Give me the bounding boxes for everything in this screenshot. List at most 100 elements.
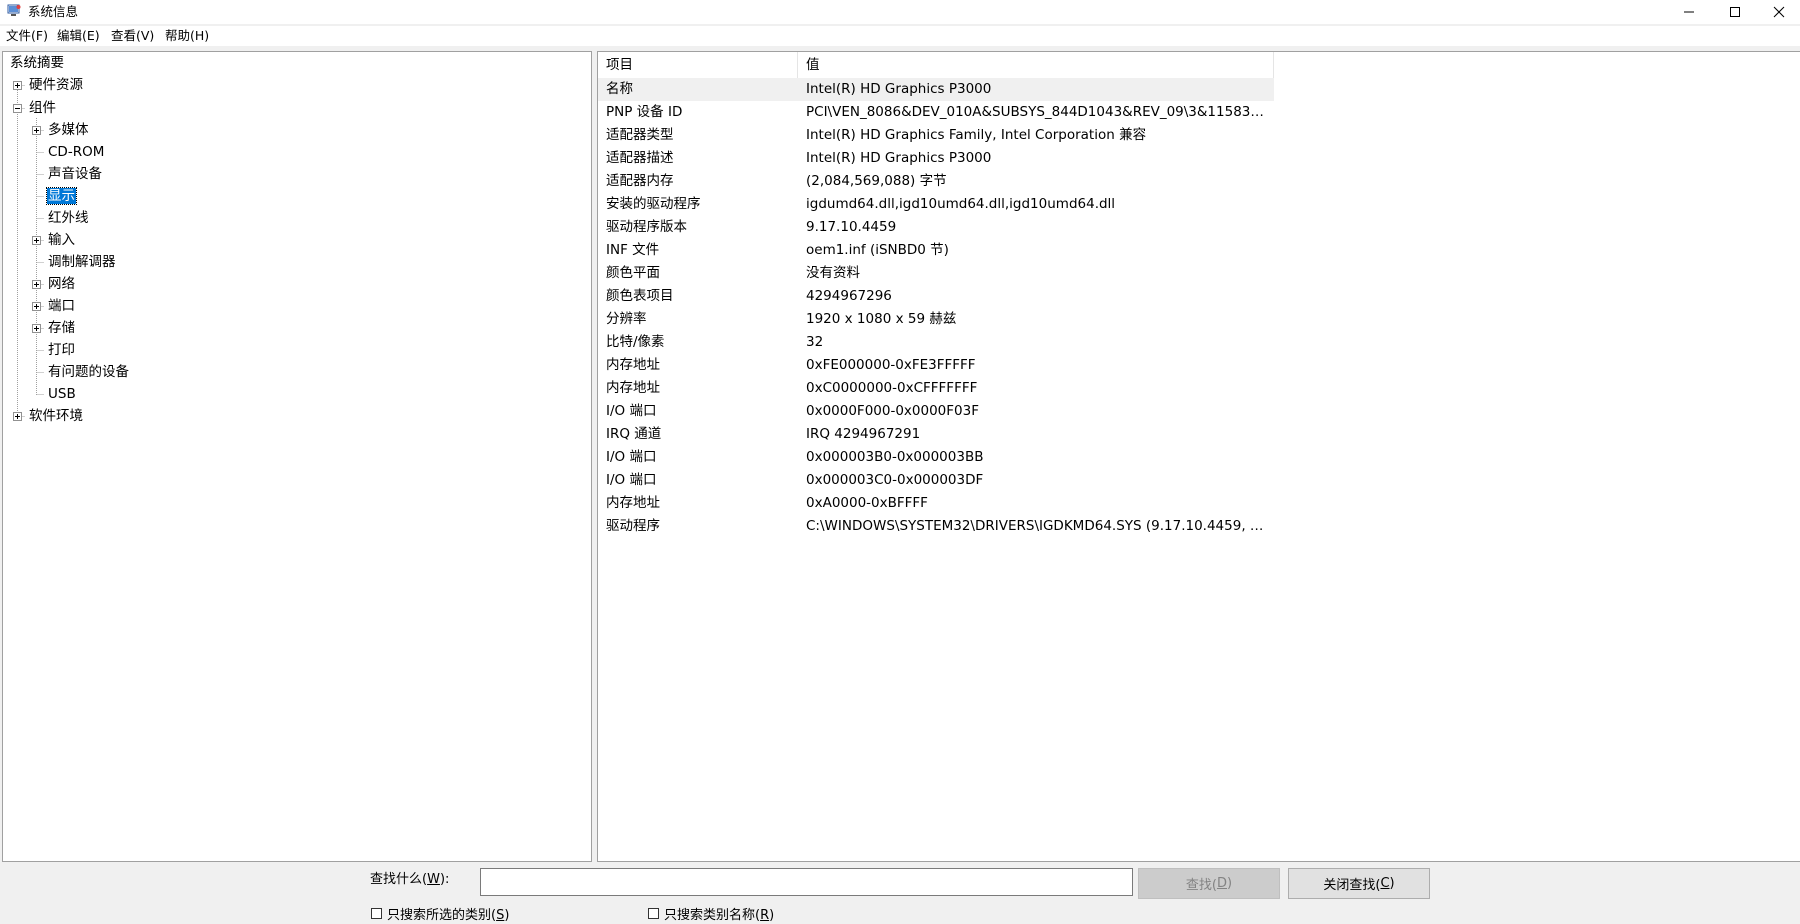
tree-item-infrared[interactable]: 红外线	[47, 207, 90, 229]
checkbox-label: 只搜索所选的类别(S)	[387, 907, 510, 923]
close-button[interactable]	[1756, 0, 1800, 24]
cell-item: 适配器类型	[606, 127, 674, 143]
cell-value: 0x000003C0-0x000003DF	[806, 472, 984, 488]
cell-value: Intel(R) HD Graphics P3000	[806, 81, 992, 97]
cell-item: 内存地址	[606, 495, 660, 511]
menu-file[interactable]: 文件(F)	[6, 27, 48, 45]
expand-plus-icon[interactable]	[13, 412, 22, 421]
expand-plus-icon[interactable]	[32, 324, 41, 333]
table-row[interactable]: INF 文件 oem1.inf (iSNBD0 节)	[598, 239, 1274, 262]
tree-item-input[interactable]: 输入	[47, 229, 76, 251]
cell-value: 0xA0000-0xBFFFF	[806, 495, 928, 511]
tree-item-label: 有问题的设备	[48, 364, 129, 380]
table-row[interactable]: 适配器描述 Intel(R) HD Graphics P3000	[598, 147, 1274, 170]
expand-plus-icon[interactable]	[13, 81, 22, 90]
tree-item-summary[interactable]: 系统摘要	[9, 52, 65, 74]
tree-item-software[interactable]: 软件环境	[28, 405, 84, 427]
expand-plus-icon[interactable]	[32, 236, 41, 245]
search-category-names-checkbox[interactable]: 只搜索类别名称(R)	[648, 904, 774, 923]
expand-plus-icon[interactable]	[32, 126, 41, 135]
cell-value: oem1.inf (iSNBD0 节)	[806, 242, 949, 258]
collapse-minus-icon[interactable]	[13, 104, 22, 113]
cell-value: 9.17.10.4459	[806, 219, 897, 235]
tree-item-label: 端口	[48, 298, 75, 314]
tree-item-label: 组件	[29, 100, 56, 116]
cell-value: 0x000003B0-0x000003BB	[806, 449, 984, 465]
cell-item: 适配器描述	[606, 150, 674, 166]
table-row[interactable]: 适配器类型 Intel(R) HD Graphics Family, Intel …	[598, 124, 1274, 147]
close-find-button[interactable]: 关闭查找(C)	[1288, 868, 1430, 899]
menu-view[interactable]: 查看(V)	[111, 27, 154, 45]
table-row[interactable]: I/O 端口 0x000003C0-0x000003DF	[598, 469, 1274, 492]
table-row[interactable]: 适配器内存 (2,084,569,088) 字节	[598, 170, 1274, 193]
table-row[interactable]: 驱动程序版本 9.17.10.4459	[598, 216, 1274, 239]
tree-item-modem[interactable]: 调制解调器	[47, 251, 117, 273]
cell-value: IRQ 4294967291	[806, 426, 921, 442]
table-row[interactable]: 比特/像素 32	[598, 331, 1274, 354]
table-row[interactable]: 驱动程序 C:\WINDOWS\SYSTEM32\DRIVERS\IGDKMD64…	[598, 515, 1274, 538]
table-row[interactable]: 颜色表项目 4294967296	[598, 285, 1274, 308]
tree-item-hardware[interactable]: 硬件资源	[28, 74, 84, 96]
tree-item-components[interactable]: 组件	[28, 97, 57, 119]
search-selected-category-checkbox[interactable]: 只搜索所选的类别(S)	[371, 904, 510, 923]
cell-item: IRQ 通道	[606, 426, 662, 442]
table-row[interactable]: I/O 端口 0x000003B0-0x000003BB	[598, 446, 1274, 469]
cell-value: 0x0000F000-0x0000F03F	[806, 403, 979, 419]
maximize-button[interactable]	[1712, 0, 1758, 24]
table-row[interactable]: 内存地址 0xC0000000-0xCFFFFFFF	[598, 377, 1274, 400]
cell-item: 安装的驱动程序	[606, 196, 701, 212]
tree-item-ports[interactable]: 端口	[47, 295, 76, 317]
tree-item-label: CD-ROM	[48, 144, 105, 160]
tree-item-problem-devices[interactable]: 有问题的设备	[47, 361, 130, 383]
table-row[interactable]: IRQ 通道 IRQ 4294967291	[598, 423, 1274, 446]
column-header-value[interactable]: 值	[798, 52, 1274, 78]
tree-item-print[interactable]: 打印	[47, 339, 76, 361]
menu-edit[interactable]: 编辑(E)	[57, 27, 100, 45]
find-input[interactable]	[480, 868, 1133, 896]
tree-item-label: USB	[48, 386, 76, 402]
cell-item: 名称	[606, 81, 633, 97]
tree-item-storage[interactable]: 存储	[47, 317, 76, 339]
cell-item: 适配器内存	[606, 173, 674, 189]
tree-item-multimedia[interactable]: 多媒体	[47, 119, 90, 141]
table-row[interactable]: 安装的驱动程序 igdumd64.dll,igd10umd64.dll,igd10…	[598, 193, 1274, 216]
cell-item: I/O 端口	[606, 449, 657, 465]
cell-value: 没有资料	[806, 265, 860, 281]
table-row[interactable]: PNP 设备 ID PCI\VEN_8086&DEV_010A&SUBSYS_84…	[598, 101, 1274, 124]
tree-item-sound[interactable]: 声音设备	[47, 163, 103, 185]
details-list[interactable]: 项目 值 名称 Intel(R) HD Graphics P3000 PNP 设备 …	[597, 51, 1800, 862]
tree-item-label: 软件环境	[29, 408, 83, 424]
table-row[interactable]: 颜色平面 没有资料	[598, 262, 1274, 285]
tree-item-cdrom[interactable]: CD-ROM	[47, 141, 105, 163]
cell-item: 比特/像素	[606, 334, 665, 350]
expand-plus-icon[interactable]	[32, 302, 41, 311]
table-row[interactable]: 名称 Intel(R) HD Graphics P3000	[598, 78, 1274, 101]
cell-value: 1920 x 1080 x 59 赫兹	[806, 311, 957, 327]
tree-item-display[interactable]: 显示	[46, 185, 77, 207]
cell-value: 0xC0000000-0xCFFFFFFF	[806, 380, 978, 396]
cell-item: INF 文件	[606, 242, 660, 258]
checkbox-box[interactable]	[648, 907, 659, 919]
window-title: 系统信息	[28, 4, 79, 19]
cell-value: Intel(R) HD Graphics P3000	[806, 150, 992, 166]
tree-item-usb[interactable]: USB	[47, 383, 77, 405]
table-row[interactable]: 内存地址 0xFE000000-0xFE3FFFFF	[598, 354, 1274, 377]
minimize-button[interactable]	[1666, 0, 1712, 24]
tree-item-network[interactable]: 网络	[47, 273, 76, 295]
expand-plus-icon[interactable]	[32, 280, 41, 289]
cell-value: C:\WINDOWS\SYSTEM32\DRIVERS\IGDKMD64.SYS…	[806, 518, 1268, 534]
table-row[interactable]: 分辨率 1920 x 1080 x 59 赫兹	[598, 308, 1274, 331]
find-label: 查找什么(W):	[370, 872, 450, 887]
column-header-item[interactable]: 项目	[598, 52, 798, 78]
table-row[interactable]: 内存地址 0xA0000-0xBFFFF	[598, 492, 1274, 515]
cell-value: Intel(R) HD Graphics Family, Intel Corpo…	[806, 127, 1147, 143]
tree-item-label: 声音设备	[48, 166, 102, 182]
find-button[interactable]: 查找(D)	[1138, 868, 1280, 899]
table-row[interactable]: I/O 端口 0x0000F000-0x0000F03F	[598, 400, 1274, 423]
menu-bar: 文件(F) 编辑(E) 查看(V) 帮助(H)	[0, 26, 1800, 46]
checkbox-box[interactable]	[371, 907, 382, 919]
close-icon	[1773, 6, 1785, 18]
maximize-icon	[1730, 7, 1740, 17]
menu-help[interactable]: 帮助(H)	[165, 27, 209, 45]
category-tree[interactable]: 系统摘要 硬件资源 组件 多媒体 CD-ROM 声音设备 显示 红外线 输入 调…	[2, 51, 592, 862]
